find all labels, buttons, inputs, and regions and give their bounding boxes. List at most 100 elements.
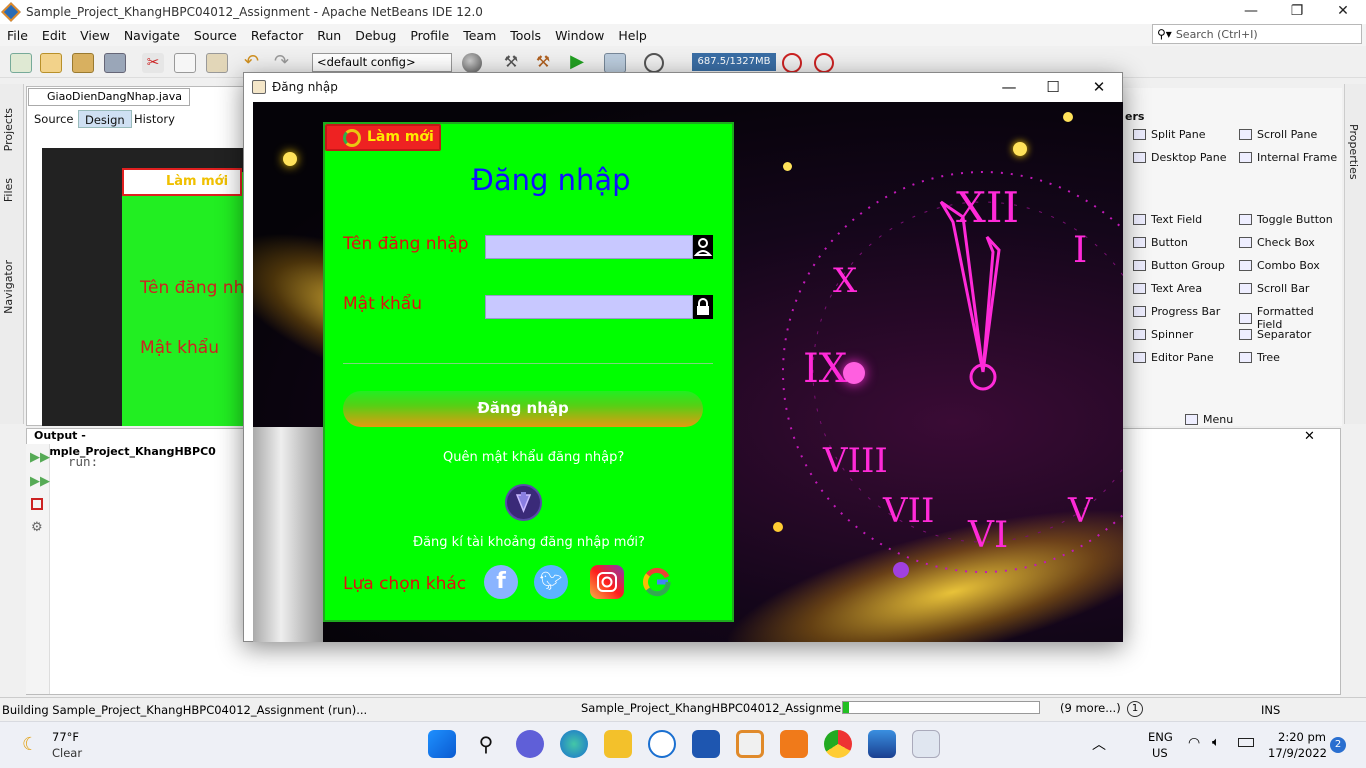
palette-editor-pane[interactable]: Editor Pane	[1133, 351, 1214, 364]
battery-icon[interactable]	[1238, 738, 1254, 747]
password-input[interactable]	[485, 295, 693, 319]
chevron-up-icon[interactable]: ︿	[1092, 734, 1106, 754]
search-input[interactable]: ⚲▾ Search (Ctrl+I)	[1152, 24, 1362, 44]
menu-navigate[interactable]: Navigate	[117, 28, 187, 43]
save-all-icon[interactable]	[104, 53, 126, 73]
pdf-icon[interactable]	[780, 730, 808, 758]
word-icon[interactable]	[692, 730, 720, 758]
palette-text-area[interactable]: Text Area	[1133, 282, 1202, 295]
down-arrow-button[interactable]	[505, 484, 542, 521]
palette-text-field[interactable]: Text Field	[1133, 213, 1202, 226]
cut-icon[interactable]: ✂	[142, 53, 164, 73]
tab-navigator[interactable]: Navigator	[2, 260, 15, 314]
editor-file-tab[interactable]: GiaoDienDangNhap.java	[28, 88, 190, 106]
forgot-password-link[interactable]: Quên mật khẩu đăng nhập?	[443, 450, 624, 465]
dialog-maximize-icon[interactable]: ☐	[1030, 73, 1076, 102]
notification-count[interactable]: 2	[1330, 737, 1346, 753]
copy-icon[interactable]	[174, 53, 196, 73]
open-project-icon[interactable]	[72, 53, 94, 73]
menu-view[interactable]: View	[73, 28, 117, 43]
google-icon[interactable]	[640, 565, 674, 599]
menu-help[interactable]: Help	[611, 28, 654, 43]
paste-icon[interactable]	[206, 53, 228, 73]
design-view-button[interactable]: Design	[78, 110, 132, 128]
stop-icon[interactable]	[31, 498, 43, 510]
history-view-button[interactable]: History	[128, 110, 181, 128]
menu-window[interactable]: Window	[548, 28, 611, 43]
build-hammer-icon[interactable]: ⚒	[500, 53, 522, 73]
weather-temp[interactable]: 77°F	[52, 730, 79, 744]
weather-moon-icon[interactable]: ☾	[22, 734, 38, 755]
restore-icon[interactable]: ❐	[1274, 0, 1320, 24]
register-link[interactable]: Đăng kí tài khoảng đăng nhập mới?	[413, 535, 645, 550]
palette-separator[interactable]: Separator	[1239, 328, 1311, 341]
tab-projects[interactable]: Projects	[2, 108, 15, 151]
settings-icon[interactable]: ⚙	[31, 520, 43, 535]
undo-icon[interactable]: ↶	[244, 53, 266, 73]
menu-run[interactable]: Run	[310, 28, 348, 43]
menu-edit[interactable]: Edit	[35, 28, 73, 43]
palette-toggle-button[interactable]: Toggle Button	[1239, 213, 1333, 226]
refresh-button[interactable]: Làm mới	[325, 124, 441, 151]
status-building-text[interactable]: Building Sample_Project_KhangHBPC04012_A…	[2, 703, 367, 717]
palette-tree[interactable]: Tree	[1239, 351, 1280, 364]
volume-icon[interactable]: 🔈︎	[1212, 735, 1220, 750]
wifi-icon[interactable]: ◠	[1188, 735, 1200, 751]
output-header[interactable]: Output - Sample_Project_KhangHBPC0	[26, 428, 256, 458]
config-select[interactable]: <default config>	[312, 53, 452, 72]
palette-combo-box[interactable]: Combo Box	[1239, 259, 1320, 272]
palette-spinner[interactable]: Spinner	[1133, 328, 1193, 341]
tab-properties[interactable]: Properties	[1347, 124, 1360, 180]
source-view-button[interactable]: Source	[28, 110, 80, 128]
dialog-close-icon[interactable]: ✕	[1076, 73, 1122, 102]
menu-source[interactable]: Source	[187, 28, 244, 43]
file-explorer-icon[interactable]	[604, 730, 632, 758]
globe-icon[interactable]	[462, 53, 482, 73]
menu-profile[interactable]: Profile	[403, 28, 456, 43]
palette-section-header[interactable]: ers	[1125, 110, 1144, 123]
menu-tools[interactable]: Tools	[503, 28, 548, 43]
dialog-minimize-icon[interactable]: —	[986, 73, 1032, 102]
palette-progress-bar[interactable]: Progress Bar	[1133, 305, 1220, 318]
palette-split-pane[interactable]: Split Pane	[1133, 128, 1206, 141]
login-button[interactable]: Đăng nhập	[343, 391, 703, 427]
palette-button[interactable]: Button	[1133, 236, 1188, 249]
rerun-icon[interactable]: ▶▶	[30, 450, 50, 465]
start-icon[interactable]	[428, 730, 456, 758]
gc-icon[interactable]	[782, 53, 802, 73]
preview-lam-moi-button[interactable]: Làm mới	[122, 168, 242, 196]
output-close-icon[interactable]: ✕	[1304, 429, 1315, 444]
zalo-icon[interactable]	[648, 730, 676, 758]
teams-chat-icon[interactable]	[516, 730, 544, 758]
gc-stop-icon[interactable]	[814, 53, 834, 73]
minimize-icon[interactable]: —	[1228, 0, 1274, 24]
status-more-tasks[interactable]: (9 more...)	[1060, 701, 1121, 715]
palette-internal-frame[interactable]: Internal Frame	[1239, 151, 1337, 164]
tab-files[interactable]: Files	[2, 178, 15, 202]
java-app-icon[interactable]	[912, 730, 940, 758]
menu-refactor[interactable]: Refactor	[244, 28, 310, 43]
close-icon[interactable]: ✕	[1320, 0, 1366, 24]
clock-time[interactable]: 2:20 pm	[1278, 730, 1326, 744]
twitter-icon[interactable]: 🐦︎	[534, 565, 568, 599]
taskbar-search-icon[interactable]: ⚲	[472, 730, 500, 758]
facebook-icon[interactable]: f	[484, 565, 518, 599]
palette-desktop-pane[interactable]: Desktop Pane	[1133, 151, 1226, 164]
palette-button-group[interactable]: Button Group	[1133, 259, 1225, 272]
profile-icon[interactable]	[644, 53, 664, 73]
menu-file[interactable]: File	[0, 28, 35, 43]
clock-date[interactable]: 17/9/2022	[1268, 746, 1327, 760]
instagram-icon[interactable]	[590, 565, 624, 599]
run-icon[interactable]: ▶	[566, 53, 588, 73]
palette-scroll-bar[interactable]: Scroll Bar	[1239, 282, 1309, 295]
new-project-icon[interactable]	[40, 53, 62, 73]
language-indicator[interactable]: ENG	[1148, 730, 1173, 744]
palette-scroll-pane[interactable]: Scroll Pane	[1239, 128, 1317, 141]
chrome-icon[interactable]	[824, 730, 852, 758]
debug-icon[interactable]	[604, 53, 626, 73]
notification-badge[interactable]: 1	[1127, 701, 1143, 717]
rerun-params-icon[interactable]: ▶▶	[30, 474, 50, 489]
palette-check-box[interactable]: Check Box	[1239, 236, 1315, 249]
menu-debug[interactable]: Debug	[348, 28, 403, 43]
photos-icon[interactable]	[868, 730, 896, 758]
